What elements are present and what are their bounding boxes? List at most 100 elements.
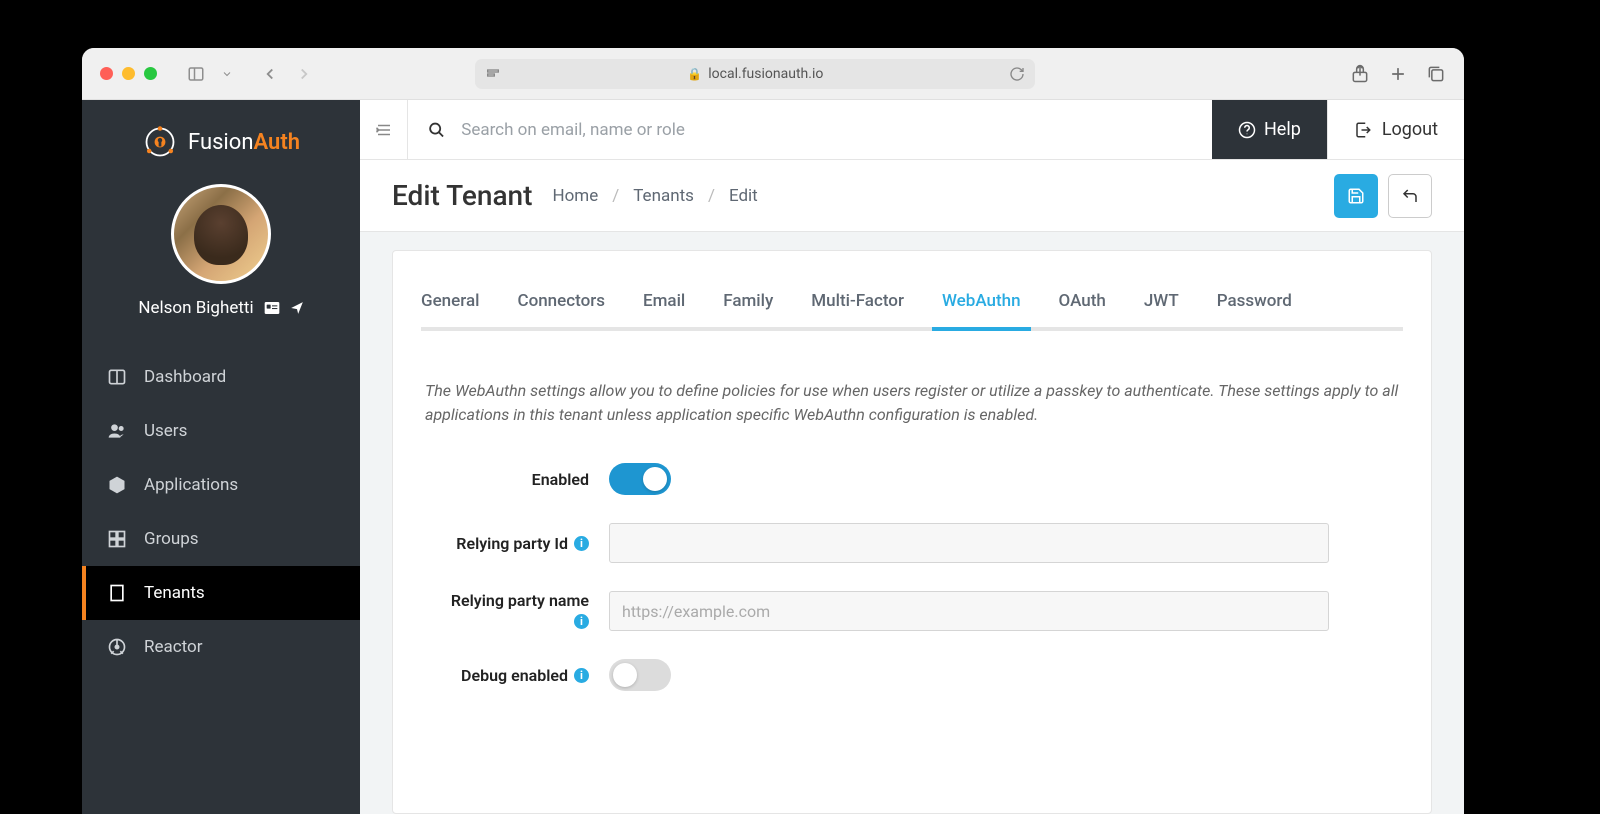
browser-nav-controls	[187, 65, 313, 83]
refresh-icon[interactable]	[1009, 66, 1025, 82]
sidebar-item-label: Dashboard	[144, 367, 226, 387]
browser-chrome: 🔒 local.fusionauth.io	[82, 48, 1464, 100]
toggle-knob	[643, 467, 667, 491]
collapse-sidebar-button[interactable]	[360, 100, 408, 159]
tab-jwt[interactable]: JWT	[1144, 291, 1179, 311]
rp-name-input[interactable]	[609, 591, 1329, 631]
app-content: FusionAuth Nelson Bighetti Dashboar	[82, 100, 1464, 814]
avatar	[171, 184, 271, 284]
content-scroll: General Connectors Email Family Multi-Fa…	[360, 232, 1464, 814]
enabled-toggle[interactable]	[609, 463, 671, 495]
page-header: Edit Tenant Home / Tenants / Edit	[360, 160, 1464, 232]
address-bar[interactable]: 🔒 local.fusionauth.io	[475, 59, 1035, 89]
tenants-icon	[106, 582, 128, 604]
debug-toggle[interactable]	[609, 659, 671, 691]
collapse-icon	[375, 121, 393, 139]
tab-oauth[interactable]: OAuth	[1059, 291, 1106, 311]
lock-icon: 🔒	[687, 67, 702, 81]
sidebar-item-label: Reactor	[144, 637, 203, 657]
chevron-down-icon[interactable]	[221, 68, 233, 80]
site-settings-icon[interactable]	[485, 66, 501, 82]
tab-description: The WebAuthn settings allow you to defin…	[421, 379, 1403, 427]
enabled-label: Enabled	[421, 470, 609, 489]
tabs: General Connectors Email Family Multi-Fa…	[421, 291, 1403, 331]
debug-label: Debug enabled i	[421, 666, 609, 685]
info-icon[interactable]: i	[574, 536, 589, 551]
sidebar-item-reactor[interactable]: Reactor	[82, 620, 360, 674]
reactor-icon	[106, 636, 128, 658]
tab-email[interactable]: Email	[643, 291, 685, 311]
rp-id-input[interactable]	[609, 523, 1329, 563]
tab-general[interactable]: General	[421, 291, 479, 311]
search-input[interactable]	[461, 120, 1192, 140]
tab-password[interactable]: Password	[1217, 291, 1292, 311]
breadcrumb-home[interactable]: Home	[552, 186, 598, 206]
sidebar-item-groups[interactable]: Groups	[82, 512, 360, 566]
logout-icon	[1354, 121, 1372, 139]
sidebar: FusionAuth Nelson Bighetti Dashboar	[82, 100, 360, 814]
logo[interactable]: FusionAuth	[82, 124, 360, 160]
user-profile-block[interactable]: Nelson Bighetti	[82, 184, 360, 318]
main-area: Help Logout Edit Tenant Home / Tenants /…	[360, 100, 1464, 814]
logout-button[interactable]: Logout	[1327, 100, 1464, 159]
content-card: General Connectors Email Family Multi-Fa…	[392, 250, 1432, 814]
new-tab-icon[interactable]	[1388, 64, 1408, 84]
sidebar-item-label: Users	[144, 421, 187, 441]
tab-webauthn[interactable]: WebAuthn	[942, 291, 1021, 311]
help-button[interactable]: Help	[1212, 100, 1327, 159]
user-name-row: Nelson Bighetti	[138, 298, 303, 318]
sidebar-item-tenants[interactable]: Tenants	[82, 566, 360, 620]
breadcrumb-separator: /	[708, 186, 715, 206]
undo-icon	[1401, 187, 1419, 205]
minimize-window-button[interactable]	[122, 67, 135, 80]
breadcrumb-current: Edit	[729, 186, 758, 206]
applications-icon	[106, 474, 128, 496]
sidebar-item-label: Tenants	[144, 583, 205, 603]
page-title: Edit Tenant	[392, 179, 532, 212]
breadcrumb: Home / Tenants / Edit	[552, 186, 757, 206]
sidebar-item-label: Groups	[144, 529, 199, 549]
save-button[interactable]	[1334, 174, 1378, 218]
sidebar-toggle-icon[interactable]	[187, 65, 205, 83]
form-row-rp-id: Relying party Id i	[421, 523, 1403, 563]
breadcrumb-tenants[interactable]: Tenants	[633, 186, 694, 206]
logo-text: FusionAuth	[188, 130, 300, 155]
tab-family[interactable]: Family	[723, 291, 773, 311]
info-icon[interactable]: i	[574, 614, 589, 629]
search-area	[408, 120, 1212, 140]
rp-id-label: Relying party Id i	[421, 534, 609, 553]
logo-icon	[142, 124, 178, 160]
users-icon	[106, 420, 128, 442]
sidebar-item-dashboard[interactable]: Dashboard	[82, 350, 360, 404]
tabs-overview-icon[interactable]	[1426, 64, 1446, 84]
sidebar-item-applications[interactable]: Applications	[82, 458, 360, 512]
id-card-icon[interactable]	[264, 301, 280, 315]
form-row-rp-name: Relying party name i	[421, 591, 1403, 631]
url-display: 🔒 local.fusionauth.io	[687, 66, 823, 82]
back-icon[interactable]	[261, 65, 279, 83]
form-row-enabled: Enabled	[421, 463, 1403, 495]
sidebar-item-users[interactable]: Users	[82, 404, 360, 458]
breadcrumb-separator: /	[612, 186, 619, 206]
close-window-button[interactable]	[100, 67, 113, 80]
rp-name-label: Relying party name i	[421, 591, 609, 629]
save-icon	[1347, 187, 1365, 205]
dashboard-icon	[106, 366, 128, 388]
sidebar-item-label: Applications	[144, 475, 238, 495]
help-icon	[1238, 121, 1256, 139]
form-row-debug: Debug enabled i	[421, 659, 1403, 691]
location-arrow-icon[interactable]	[290, 301, 304, 315]
share-icon[interactable]	[1350, 64, 1370, 84]
info-icon[interactable]: i	[574, 668, 589, 683]
browser-window: 🔒 local.fusionauth.io	[82, 48, 1464, 814]
browser-right-controls	[1350, 64, 1446, 84]
forward-icon[interactable]	[295, 65, 313, 83]
user-name: Nelson Bighetti	[138, 298, 253, 318]
sidebar-nav: Dashboard Users Applications Groups Tena…	[82, 350, 360, 674]
cancel-button[interactable]	[1388, 174, 1432, 218]
maximize-window-button[interactable]	[144, 67, 157, 80]
page-actions	[1334, 174, 1432, 218]
window-controls	[100, 67, 157, 80]
tab-multi-factor[interactable]: Multi-Factor	[811, 291, 904, 311]
tab-connectors[interactable]: Connectors	[517, 291, 605, 311]
